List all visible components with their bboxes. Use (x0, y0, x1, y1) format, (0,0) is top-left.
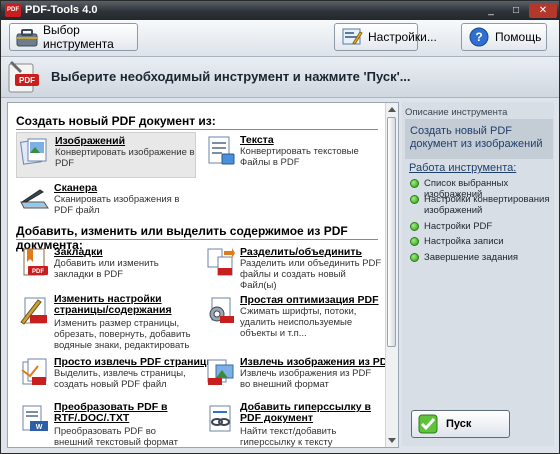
pdf-tools-icon: PDF (8, 60, 39, 93)
scroll-up-arrow-icon[interactable] (388, 107, 396, 112)
green-dot-icon (410, 253, 419, 262)
help-icon: ? (469, 27, 489, 47)
tool-desc: Конвертировать текстовые Файлы в PDF (240, 146, 359, 168)
tool-title: Закладки (54, 246, 103, 258)
tool-item-images[interactable]: Изображений Конвертировать изображение в… (16, 132, 196, 178)
tool-desc: Конвертировать изображение в PDF (55, 147, 195, 169)
optimize-icon (209, 297, 234, 323)
section-divider (16, 129, 378, 130)
tool-item-page-settings[interactable]: Изменить настройки страницы/содержания И… (16, 292, 196, 351)
app-window: PDF PDF-Tools 4.0 _ □ ✕ Выбор инструмент… (0, 0, 560, 454)
tool-desc: Сканировать изображения в PDF файл (54, 194, 180, 216)
choose-tool-label: Выбор инструмента (43, 23, 114, 51)
scrollbar-thumb[interactable] (387, 117, 396, 347)
images-icon (19, 138, 47, 165)
banner-text: Выберите необходимый инструмент и нажмит… (51, 69, 411, 84)
hyperlink-icon (209, 405, 231, 432)
tool-desc: Выделить, извлечь страницы, создать новы… (54, 368, 186, 390)
toolbox-icon (16, 29, 38, 47)
window-title: PDF-Tools 4.0 (25, 4, 98, 16)
tool-title: Разделить/объединить (240, 246, 362, 258)
svg-text:?: ? (475, 30, 482, 44)
tool-item-scanner[interactable]: Сканера Сканировать изображения в PDF фа… (16, 180, 196, 226)
workflow-step: Настройки конвертирования изображений (410, 194, 556, 216)
tool-title: Просто извлечь PDF страницы (54, 356, 216, 368)
minimize-button[interactable]: _ (479, 3, 503, 18)
selected-task-text: Создать новый PDF документ из изображени… (410, 125, 543, 150)
extract-images-icon (207, 359, 234, 385)
svg-text:PDF: PDF (19, 76, 35, 85)
tool-desc: Найти текст/добавить гиперссылку к текст… (240, 426, 337, 448)
tool-item-extract-images[interactable]: Извлечь изображения из PDF Извлечь изобр… (202, 354, 394, 400)
workflow-step-label: Настройки конвертирования изображений (424, 194, 550, 216)
workflow-step: Настройки PDF (410, 221, 556, 232)
tool-desc: Сжимать шрифты, потоки, удалить неисполь… (240, 306, 357, 339)
start-button[interactable]: Пуск (411, 410, 510, 438)
tool-list-panel: Создать новый PDF документ из: Изображен… (7, 102, 399, 448)
tool-desc: Извлечь изображения из PDF во внешний фо… (240, 368, 372, 390)
description-header: Описание инструмента (405, 107, 508, 118)
svg-text:W: W (36, 424, 43, 431)
page-settings-icon (20, 297, 47, 325)
tool-item-bookmarks[interactable]: PDF Закладки Добавить или изменить закла… (16, 244, 196, 290)
title-bar: PDF PDF-Tools 4.0 _ □ ✕ (1, 1, 559, 20)
tool-item-convert[interactable]: W Преобразовать PDF в RTF/.DOC/.TXT Прео… (16, 400, 196, 448)
section-divider (16, 239, 378, 240)
text-icon (208, 136, 235, 165)
start-label: Пуск (446, 418, 472, 430)
bookmarks-icon: PDF (23, 248, 48, 276)
check-icon (418, 414, 438, 434)
help-button[interactable]: ? Помощь (461, 23, 547, 51)
split-merge-icon (207, 248, 235, 276)
workflow-step: Настройка записи (410, 236, 556, 247)
close-button[interactable]: ✕ (529, 3, 557, 18)
workflow-step: Завершение задания (410, 252, 556, 263)
green-dot-icon (410, 237, 419, 246)
tool-description-panel: Описание инструмента Создать новый PDF д… (402, 102, 554, 446)
tool-desc: Преобразовать PDF во внешний текстовый ф… (54, 426, 178, 448)
tool-desc: Изменить размер страницы, обрезать, пове… (54, 318, 191, 351)
toolbar: Выбор инструмента Настройки... ? Помощь (1, 20, 559, 57)
workflow-step-label: Настройки PDF (424, 221, 493, 232)
tool-item-text[interactable]: Текста Конвертировать текстовые Файлы в … (202, 132, 382, 178)
workflow-title: Работа инструмента: (409, 162, 517, 174)
tool-desc: Добавить или изменить закладки в PDF (54, 258, 159, 280)
scanner-icon (20, 189, 49, 209)
tool-title: Изменить настройки страницы/содержания (54, 293, 172, 316)
app-icon: PDF (5, 4, 21, 17)
instruction-banner: PDF Выберите необходимый инструмент и на… (1, 57, 559, 98)
tool-title: Сканера (54, 182, 98, 194)
scroll-down-arrow-icon[interactable] (388, 438, 396, 443)
choose-tool-button[interactable]: Выбор инструмента (9, 23, 138, 51)
tool-title: Изображений (55, 135, 126, 147)
tool-title: Добавить гиперссылку в PDF документ (240, 401, 371, 424)
tool-desc: Разделить или объединить PDF файлы и соз… (240, 258, 382, 291)
tool-item-split-merge[interactable]: Разделить/объединить Разделить или объед… (202, 244, 382, 291)
workflow-step-label: Завершение задания (424, 252, 519, 263)
tool-item-hyperlink[interactable]: Добавить гиперссылку в PDF документ Найт… (202, 400, 382, 448)
tool-item-optimize[interactable]: Простая оптимизация PDF Сжимать шрифты, … (202, 292, 382, 339)
maximize-button[interactable]: □ (504, 3, 528, 18)
settings-label: Настройки... (368, 30, 437, 44)
green-dot-icon (410, 195, 419, 204)
tool-title: Преобразовать PDF в RTF/.DOC/.TXT (54, 401, 168, 424)
selected-task-box: Создать новый PDF документ из изображени… (405, 119, 553, 159)
settings-button[interactable]: Настройки... (334, 23, 437, 51)
svg-text:PDF: PDF (32, 269, 44, 275)
workflow-step-label: Настройка записи (424, 236, 504, 247)
tool-title: Извлечь изображения из PDF (240, 356, 394, 368)
green-dot-icon (410, 179, 419, 188)
convert-icon: W (22, 405, 48, 431)
section-create-title: Создать новый PDF документ из: (16, 114, 216, 128)
green-dot-icon (410, 222, 419, 231)
tool-title: Текста (240, 134, 274, 146)
vertical-scrollbar[interactable] (385, 103, 398, 447)
extract-pages-icon (21, 358, 47, 385)
settings-icon (342, 28, 363, 45)
tool-title: Простая оптимизация PDF (240, 294, 379, 306)
tool-item-extract-pages[interactable]: Просто извлечь PDF страницы Выделить, из… (16, 354, 215, 400)
help-label: Помощь (495, 30, 542, 44)
